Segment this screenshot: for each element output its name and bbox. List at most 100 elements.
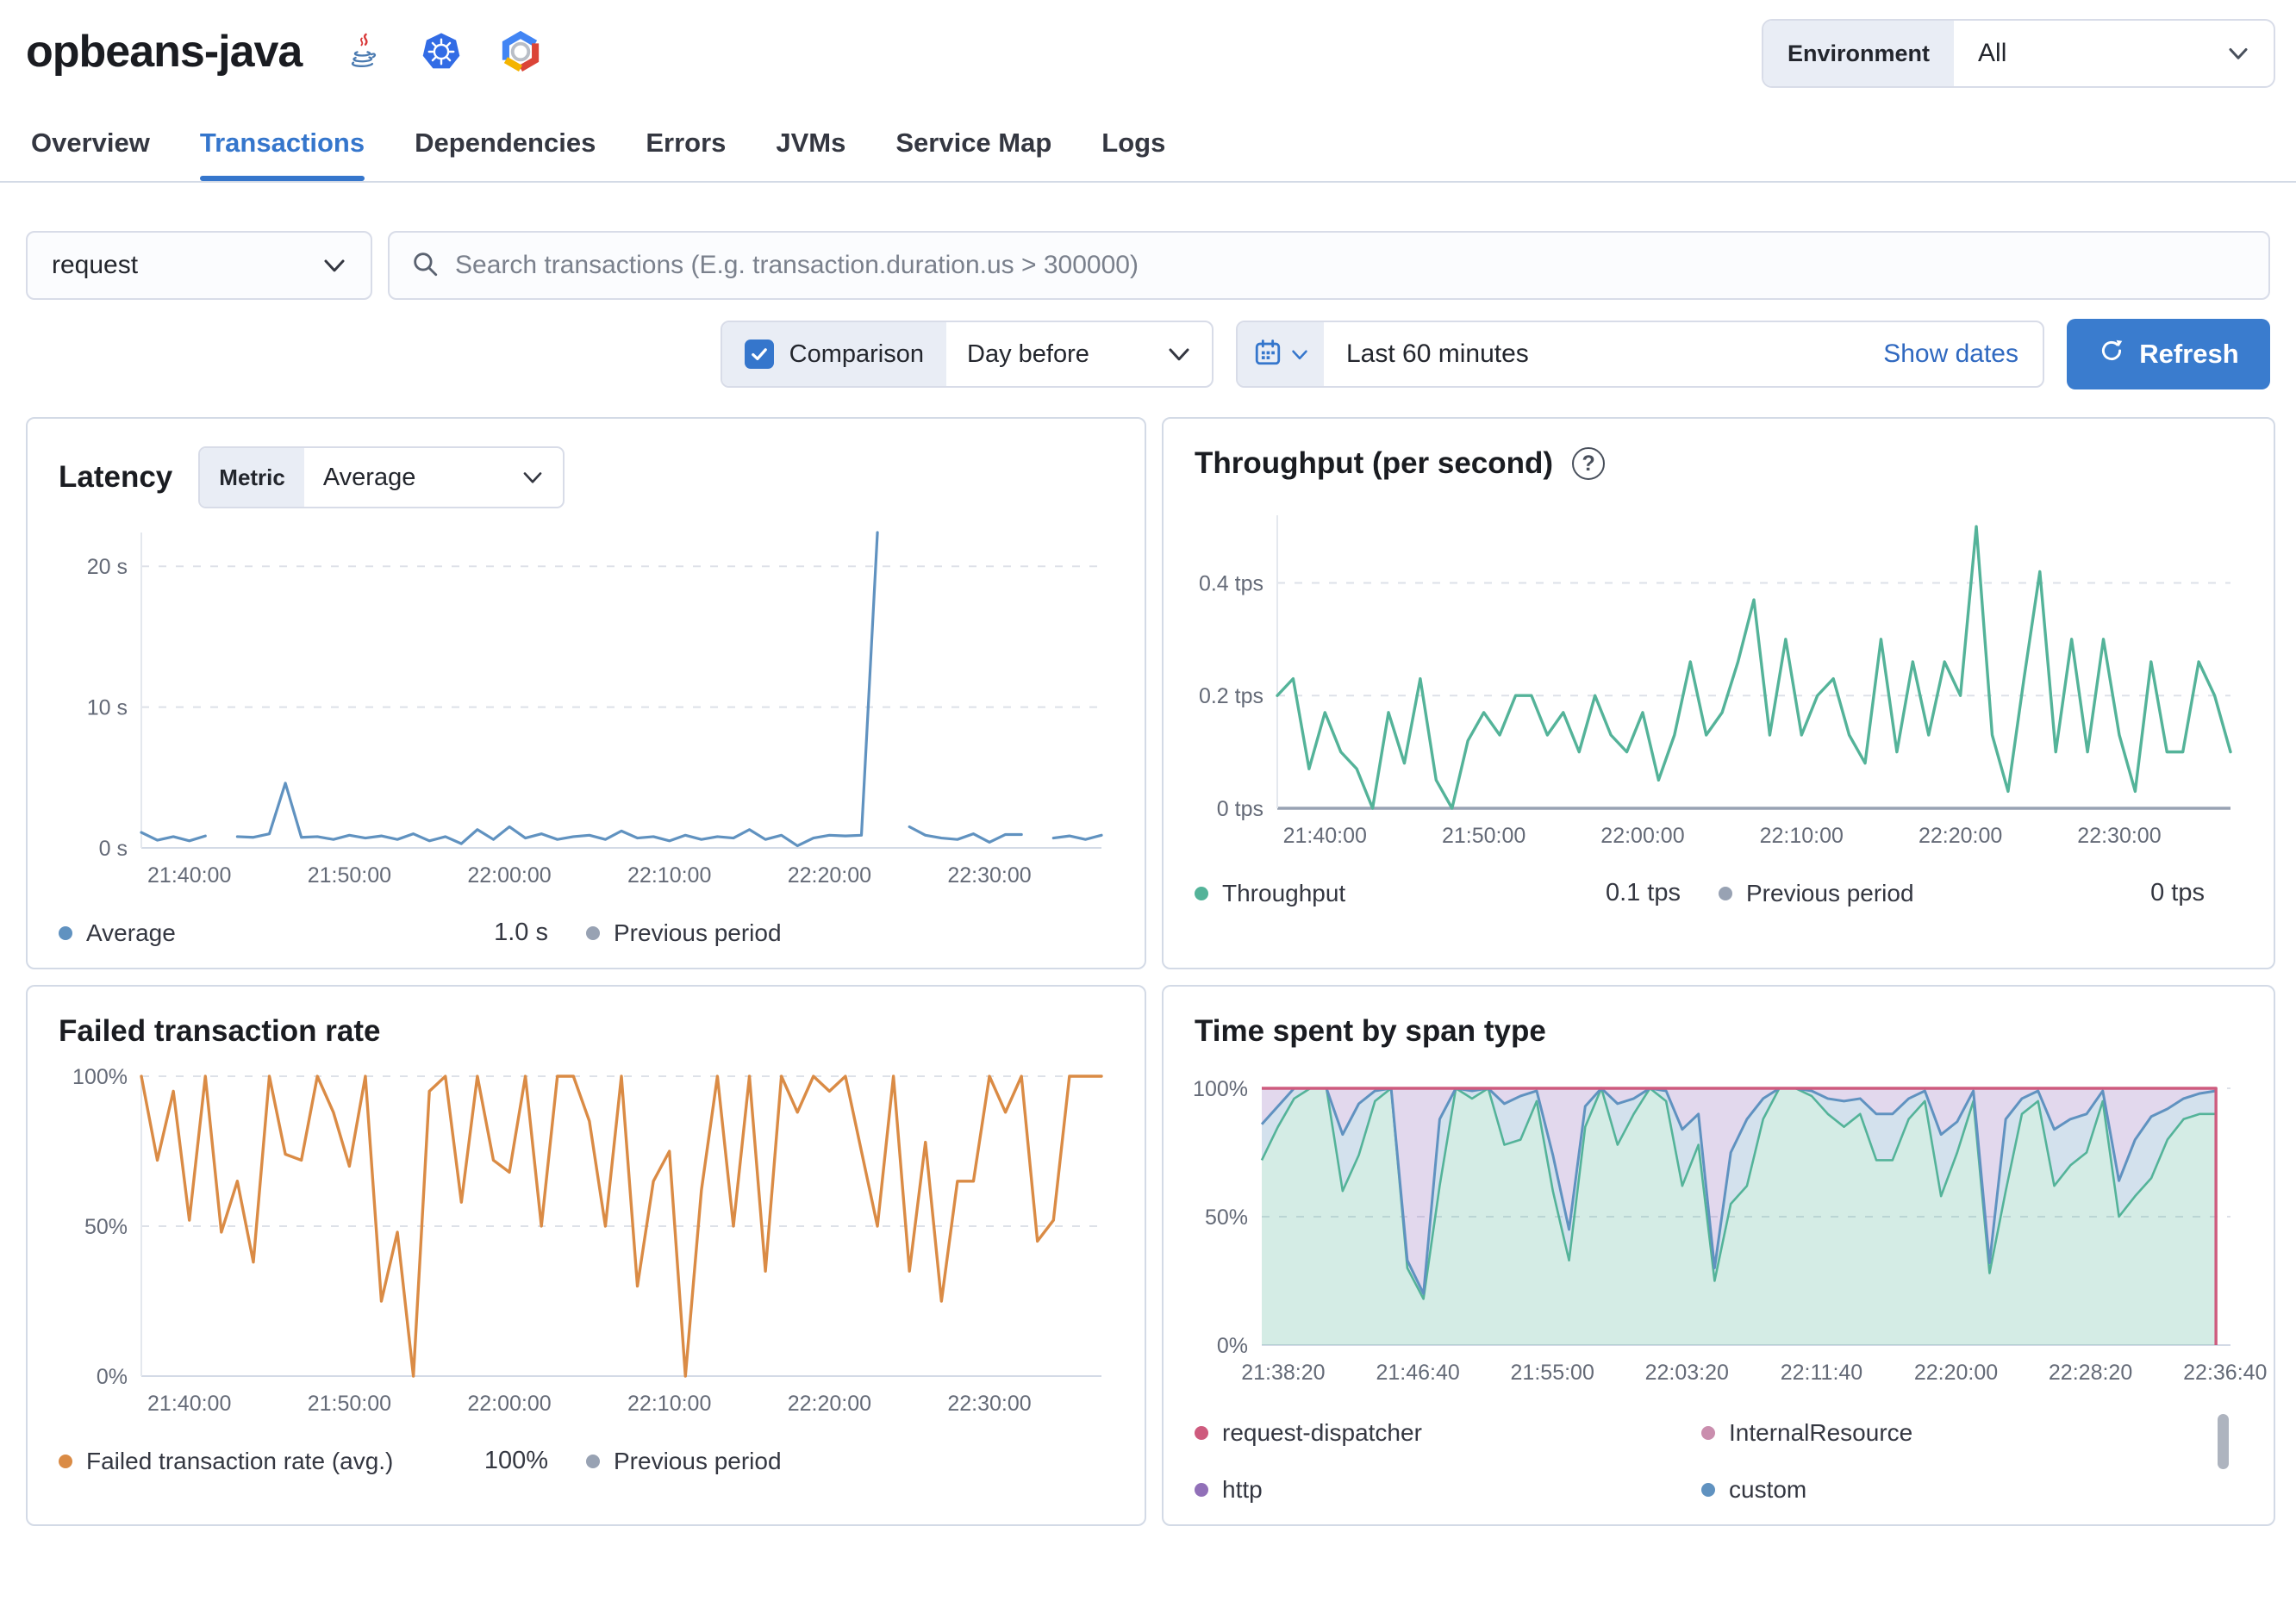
help-icon[interactable]: ? (1572, 447, 1606, 480)
legend-item[interactable]: request-dispatcher (1195, 1419, 1701, 1447)
tab-jvms[interactable]: JVMs (776, 128, 845, 181)
legend-item[interactable]: Failed transaction rate (avg.) 100% (59, 1447, 586, 1475)
legend-scrollbar[interactable] (2218, 1414, 2229, 1469)
refresh-button[interactable]: Refresh (2067, 319, 2270, 389)
svg-text:0 tps: 0 tps (1217, 797, 1263, 821)
legend-item[interactable]: Average 1.0 s (59, 919, 586, 947)
service-tech-icons (343, 31, 541, 72)
tab-service-map[interactable]: Service Map (895, 128, 1051, 181)
comparison-label: Comparison (789, 340, 924, 368)
legend-label: Previous period (614, 1447, 782, 1474)
tab-errors[interactable]: Errors (646, 128, 726, 181)
chevron-down-icon (322, 257, 346, 274)
tab-dependencies[interactable]: Dependencies (415, 128, 596, 181)
show-dates-link[interactable]: Show dates (1883, 322, 2043, 386)
tab-transactions[interactable]: Transactions (199, 128, 365, 181)
legend-label: request-dispatcher (1222, 1419, 1422, 1446)
date-picker: Last 60 minutes Show dates (1236, 321, 2044, 388)
java-icon (343, 32, 383, 72)
search-icon (410, 249, 440, 283)
legend-item[interactable]: InternalResource (1701, 1419, 2208, 1447)
metric-select[interactable]: Average (304, 448, 563, 507)
environment-filter[interactable]: Environment All (1762, 19, 2275, 88)
legend-dot (586, 1454, 600, 1468)
failed-rate-panel: Failed transaction rate 0% 50% 100% 21:40:0… (26, 985, 1146, 1526)
legend-item[interactable]: Previous period (586, 919, 1114, 947)
svg-text:22:00:00: 22:00:00 (467, 863, 551, 888)
legend-label: Throughput (1222, 879, 1346, 906)
svg-text:22:20:00: 22:20:00 (788, 1392, 871, 1416)
page-title: opbeans-java (26, 27, 303, 77)
svg-text:22:30:00: 22:30:00 (2077, 824, 2161, 848)
svg-text:0.4 tps: 0.4 tps (1199, 571, 1263, 595)
legend-dot (1195, 1483, 1208, 1497)
svg-text:22:20:00: 22:20:00 (788, 863, 871, 888)
svg-text:22:30:00: 22:30:00 (947, 1392, 1031, 1416)
chevron-down-icon (2227, 46, 2249, 61)
legend-item[interactable]: Previous period 0 tps (1719, 879, 2243, 907)
svg-text:21:50:00: 21:50:00 (308, 1392, 391, 1416)
span-type-legend: request-dispatcher InternalResource http cu… (1195, 1414, 2243, 1504)
legend-value: 0 tps (2150, 879, 2205, 906)
svg-text:0%: 0% (1217, 1334, 1248, 1358)
legend-label: Previous period (614, 919, 782, 946)
legend-value: 100% (484, 1447, 548, 1474)
svg-text:50%: 50% (84, 1215, 128, 1239)
latency-chart[interactable]: 0 s 10 s 20 s 21:40:00 21:50:00 22:00:00 22:10… (59, 522, 1114, 893)
chevron-down-icon (1291, 348, 1308, 361)
metric-value: Average (322, 463, 416, 491)
legend-label: Failed transaction rate (avg.) (86, 1447, 394, 1474)
svg-text:22:00:00: 22:00:00 (1600, 824, 1684, 848)
svg-text:22:36:40: 22:36:40 (2183, 1361, 2267, 1385)
comparison-select[interactable]: Day before (946, 322, 1212, 386)
legend-dot (1719, 886, 1732, 900)
legend-item[interactable]: http (1195, 1476, 1701, 1504)
svg-text:100%: 100% (1193, 1077, 1248, 1101)
search-transactions-input[interactable]: Search transactions (E.g. transaction.du… (388, 231, 2270, 300)
time-range-value[interactable]: Last 60 minutes (1324, 322, 1883, 386)
refresh-icon (2098, 337, 2125, 371)
metric-label: Metric (200, 448, 304, 507)
svg-text:22:00:00: 22:00:00 (467, 1392, 551, 1416)
svg-text:0%: 0% (97, 1365, 128, 1389)
svg-text:21:50:00: 21:50:00 (1442, 824, 1525, 848)
svg-text:0.2 tps: 0.2 tps (1199, 684, 1263, 708)
tabs-divider (0, 181, 2296, 183)
throughput-panel: Throughput (per second) ? 0 tps 0.2 tps 0.… (1162, 417, 2275, 969)
latency-legend: Average 1.0 s Previous period (59, 919, 1114, 947)
tab-logs[interactable]: Logs (1101, 128, 1165, 181)
legend-label: InternalResource (1729, 1419, 1913, 1446)
svg-text:22:10:00: 22:10:00 (627, 863, 711, 888)
throughput-title: Throughput (per second) (1195, 446, 1554, 480)
legend-dot (1701, 1483, 1715, 1497)
legend-dot (59, 925, 72, 940)
transaction-type-select[interactable]: request (26, 231, 372, 300)
legend-dot (586, 925, 600, 940)
span-type-chart[interactable]: 0% 50% 100% 21:38:20 21:46:40 21:55:00 22:03:2… (1193, 1077, 2267, 1390)
legend-item[interactable]: custom (1701, 1476, 2208, 1504)
date-picker-calendar-button[interactable] (1238, 322, 1324, 386)
legend-dot (59, 1454, 72, 1468)
legend-label: Previous period (1746, 879, 1914, 906)
span-type-title: Time spent by span type (1195, 1014, 1546, 1048)
svg-text:22:20:00: 22:20:00 (1919, 824, 2002, 848)
svg-text:10 s: 10 s (87, 696, 128, 720)
svg-text:22:30:00: 22:30:00 (947, 863, 1031, 888)
svg-text:22:03:20: 22:03:20 (1645, 1361, 1729, 1385)
apm-service-page: opbeans-java Environment All Overview Tr… (0, 0, 2296, 1526)
legend-value: 0.1 tps (1605, 879, 1681, 906)
throughput-chart[interactable]: 0 tps 0.2 tps 0.4 tps 21:40:00 21:50:00 22:00… (1195, 505, 2243, 853)
legend-item[interactable]: Throughput 0.1 tps (1195, 879, 1719, 907)
comparison-checkbox[interactable] (744, 340, 774, 369)
failed-rate-chart[interactable]: 0% 50% 100% 21:40:00 21:50:00 22:00:00 22:10:0… (59, 1065, 1114, 1421)
span-type-panel: Time spent by span type 0% 50% 100% 21:38:2… (1162, 985, 2275, 1526)
svg-text:20 s: 20 s (87, 555, 128, 579)
svg-text:0 s: 0 s (99, 837, 128, 861)
svg-text:100%: 100% (72, 1065, 128, 1089)
svg-text:22:20:00: 22:20:00 (1914, 1361, 1998, 1385)
legend-item[interactable]: Previous period (586, 1447, 1114, 1475)
service-tabs: Overview Transactions Dependencies Errors JV… (26, 128, 2270, 181)
tab-overview[interactable]: Overview (31, 128, 150, 181)
svg-text:22:10:00: 22:10:00 (627, 1392, 711, 1416)
latency-title: Latency (59, 460, 173, 494)
